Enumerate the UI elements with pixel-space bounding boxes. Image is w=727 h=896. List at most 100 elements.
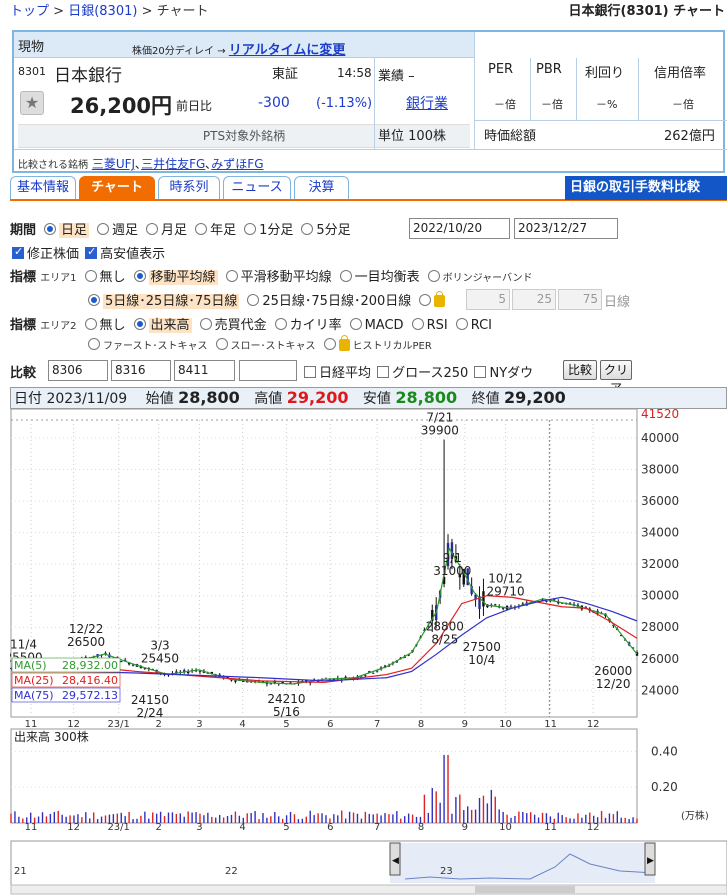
period-5min-label: 5分足 xyxy=(316,223,351,238)
tab-news[interactable]: ニュース xyxy=(223,176,291,200)
annotation-value: 39900 xyxy=(421,424,459,438)
price-chart[interactable]: 41520 40000 38000 36000 34000 32000 30000 28000… xyxy=(10,409,727,896)
navigator[interactable]: ◀ ▶ 21 22 23 xyxy=(10,840,727,895)
indicator-area2-row2: ファースト･ストキャス スロー･ストキャス ヒストリカルPER xyxy=(80,335,432,353)
radio-area1-none[interactable] xyxy=(84,270,97,282)
area1-bollinger-label: ボリンジャーバンド xyxy=(442,273,533,284)
radio-1min[interactable] xyxy=(244,223,257,235)
options-row: 修正株価 高安値表示 xyxy=(10,243,165,262)
radio-area1-ichimoku[interactable] xyxy=(339,270,352,282)
radio-area2-rsi[interactable] xyxy=(411,318,424,330)
radio-yearly[interactable] xyxy=(195,223,208,235)
radio-fast-stoch[interactable] xyxy=(88,338,100,350)
compare-link-mizuho[interactable]: みずほFG xyxy=(211,157,263,171)
annotation-date: 7/21 xyxy=(426,411,453,425)
period-row: 期間 日足 週足 月足 年足 1分足 5分足 xyxy=(10,219,351,238)
radio-ma-custom[interactable] xyxy=(419,294,432,306)
legend-name: MA(25) xyxy=(14,674,54,687)
growth-checkbox[interactable] xyxy=(377,366,390,378)
navigator-right-arrow: ▶ xyxy=(647,856,654,866)
adjust-checkbox[interactable] xyxy=(12,245,24,259)
radio-area2-deviation[interactable] xyxy=(274,318,287,330)
radio-area2-none[interactable] xyxy=(84,318,97,330)
tab-earnings[interactable]: 決算 xyxy=(294,176,349,200)
price-change-pct: (-1.13%) xyxy=(316,96,373,111)
radio-area1-ma[interactable] xyxy=(133,270,146,282)
annotation-value: 26000 xyxy=(594,664,632,678)
price-change: -300 xyxy=(258,95,290,111)
sector-link[interactable]: 銀行業 xyxy=(406,93,448,113)
unit-label-text: 単位 xyxy=(378,129,405,144)
breadcrumb-top-link[interactable]: トップ xyxy=(10,4,49,19)
y-tick-label: 26000 xyxy=(641,652,679,666)
mcap-label: 時価総額 xyxy=(484,129,537,144)
compare-link-smfg[interactable]: 三井住友FG xyxy=(141,157,205,171)
stock-summary-box: 現物 株価20分ディレイ → リアルタイムに変更 8301 日本銀行 東証 14… xyxy=(12,30,727,173)
clear-button[interactable]: クリア xyxy=(600,360,632,395)
date-from-input[interactable]: 2022/10/20 xyxy=(409,218,510,239)
period-label: 期間 xyxy=(10,223,37,238)
nikkei-checkbox[interactable] xyxy=(304,366,316,378)
radio-area2-rci[interactable] xyxy=(455,318,468,330)
compare-code-2[interactable]: 8316 xyxy=(111,360,171,381)
ma-custom-1[interactable]: 5 xyxy=(466,289,510,310)
x-tick-label: 4 xyxy=(239,719,245,730)
navigator-scroll-thumb xyxy=(475,886,575,893)
x-tick-label: 23/1 xyxy=(107,719,129,730)
hilo-checkbox[interactable] xyxy=(85,245,98,259)
ma-custom-3[interactable]: 75 xyxy=(558,289,602,310)
y-tick-label: 30000 xyxy=(641,589,679,603)
compare-code-4[interactable] xyxy=(239,360,297,381)
star-icon[interactable]: ★ xyxy=(20,91,44,115)
x-tick-label: 2 xyxy=(156,719,162,730)
radio-slow-stoch[interactable] xyxy=(215,338,228,350)
radio-area1-sma[interactable] xyxy=(225,270,238,282)
radio-ma-long[interactable] xyxy=(247,294,260,306)
annotation-value: 26500 xyxy=(67,635,105,649)
radio-daily[interactable] xyxy=(44,223,57,235)
legend-name: MA(5) xyxy=(14,659,47,672)
radio-ma-short[interactable] xyxy=(88,294,100,306)
tab-timeseries[interactable]: 時系列 xyxy=(158,176,220,200)
area2-turnover-label: 売買代金 xyxy=(214,318,267,333)
x-tick-label: 10 xyxy=(499,822,512,833)
radio-area2-macd[interactable] xyxy=(349,318,362,330)
breadcrumb-stock-link[interactable]: 日銀(8301) xyxy=(68,4,137,19)
x-tick-label: 8 xyxy=(418,822,424,833)
ma-custom-2[interactable]: 25 xyxy=(512,289,556,310)
radio-area1-bollinger[interactable] xyxy=(427,270,440,282)
radio-5min[interactable] xyxy=(301,223,314,235)
change-label: 前日比 xyxy=(176,99,213,113)
candle-body xyxy=(120,661,123,663)
compare-button[interactable]: 比較 xyxy=(563,360,597,380)
radio-monthly[interactable] xyxy=(146,223,159,235)
volume-unit-label: (万株) xyxy=(681,809,709,822)
radio-hist-per[interactable] xyxy=(323,338,336,350)
low-label: 安値 xyxy=(362,391,391,407)
dow-checkbox[interactable] xyxy=(474,366,487,378)
unit-value: 100株 xyxy=(408,129,446,144)
compare-code-1[interactable]: 8306 xyxy=(48,360,108,381)
adjust-label: 修正株価 xyxy=(27,247,80,262)
y-tick-label: 36000 xyxy=(641,494,679,508)
compare-code-3[interactable]: 8411 xyxy=(174,360,235,381)
date-to-input[interactable]: 2023/12/27 xyxy=(514,218,618,239)
close-label: 終値 xyxy=(471,391,500,407)
indicator-label: 指標 xyxy=(10,270,37,285)
tab-basic-info[interactable]: 基本情報 xyxy=(10,176,76,200)
quote-time: 14:58 xyxy=(337,66,372,80)
indicator-area2-row: 指標 エリア2 無し 出来高 売買代金 カイリ率 MACD RSI RCI xyxy=(10,314,492,333)
open-label: 始値 xyxy=(145,391,174,407)
radio-area2-turnover[interactable] xyxy=(199,318,212,330)
realtime-link[interactable]: リアルタイムに変更 xyxy=(229,43,346,58)
tab-chart[interactable]: チャート xyxy=(79,176,155,200)
open-value: 28,800 xyxy=(178,388,240,407)
fee-compare-banner[interactable]: 日銀の取引手数料比較 xyxy=(565,176,727,200)
pbr-value: －倍 xyxy=(541,98,563,111)
radio-weekly[interactable] xyxy=(97,223,110,235)
lock-icon xyxy=(434,291,446,307)
candle-body xyxy=(234,680,237,682)
compare-link-mufg[interactable]: 三菱UFJ xyxy=(92,157,135,171)
annotation-value: 25450 xyxy=(141,651,179,665)
radio-area2-volume[interactable] xyxy=(133,318,146,330)
